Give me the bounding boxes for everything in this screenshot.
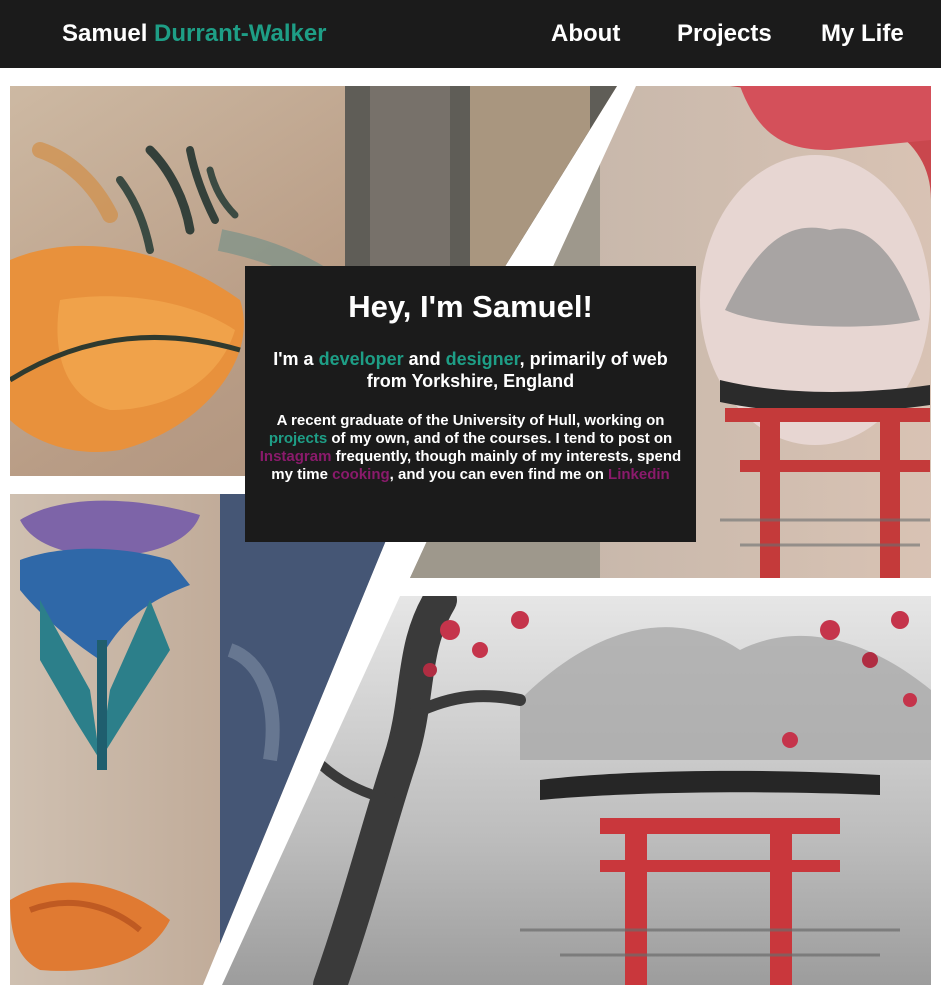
intro-subtitle-text: I'm a [273, 349, 319, 369]
intro-subtitle-text: and [403, 349, 446, 369]
instagram-link[interactable]: Instagram [260, 448, 332, 465]
developer-link[interactable]: developer [319, 349, 404, 369]
navbar: Samuel Durrant-Walker About Projects My … [0, 0, 941, 68]
brand-first-name: Samuel [62, 20, 148, 47]
intro-card: Hey, I'm Samuel! I'm a developer and des… [245, 266, 696, 542]
intro-body-text: , and you can even find me on [389, 466, 609, 483]
designer-link[interactable]: designer [446, 349, 520, 369]
brand-last-name: Durrant-Walker [154, 20, 327, 47]
intro-body-text: A recent graduate of the University of H… [276, 412, 665, 429]
intro-body-text: of my own, and of the courses. I tend to… [327, 430, 673, 447]
projects-link[interactable]: projects [269, 430, 327, 447]
nav-projects-link[interactable]: Projects [677, 20, 772, 48]
intro-subtitle: I'm a developer and designer, primarily … [257, 348, 684, 392]
intro-title: Hey, I'm Samuel! [348, 289, 593, 324]
nav-mylife-link[interactable]: My Life [821, 20, 904, 48]
linkedin-link[interactable]: Linkedin [608, 466, 670, 483]
site-brand[interactable]: Samuel Durrant-Walker [62, 20, 327, 48]
nav-about-link[interactable]: About [551, 20, 620, 48]
cooking-link[interactable]: cooking [332, 466, 390, 483]
intro-body: A recent graduate of the University of H… [257, 412, 684, 484]
